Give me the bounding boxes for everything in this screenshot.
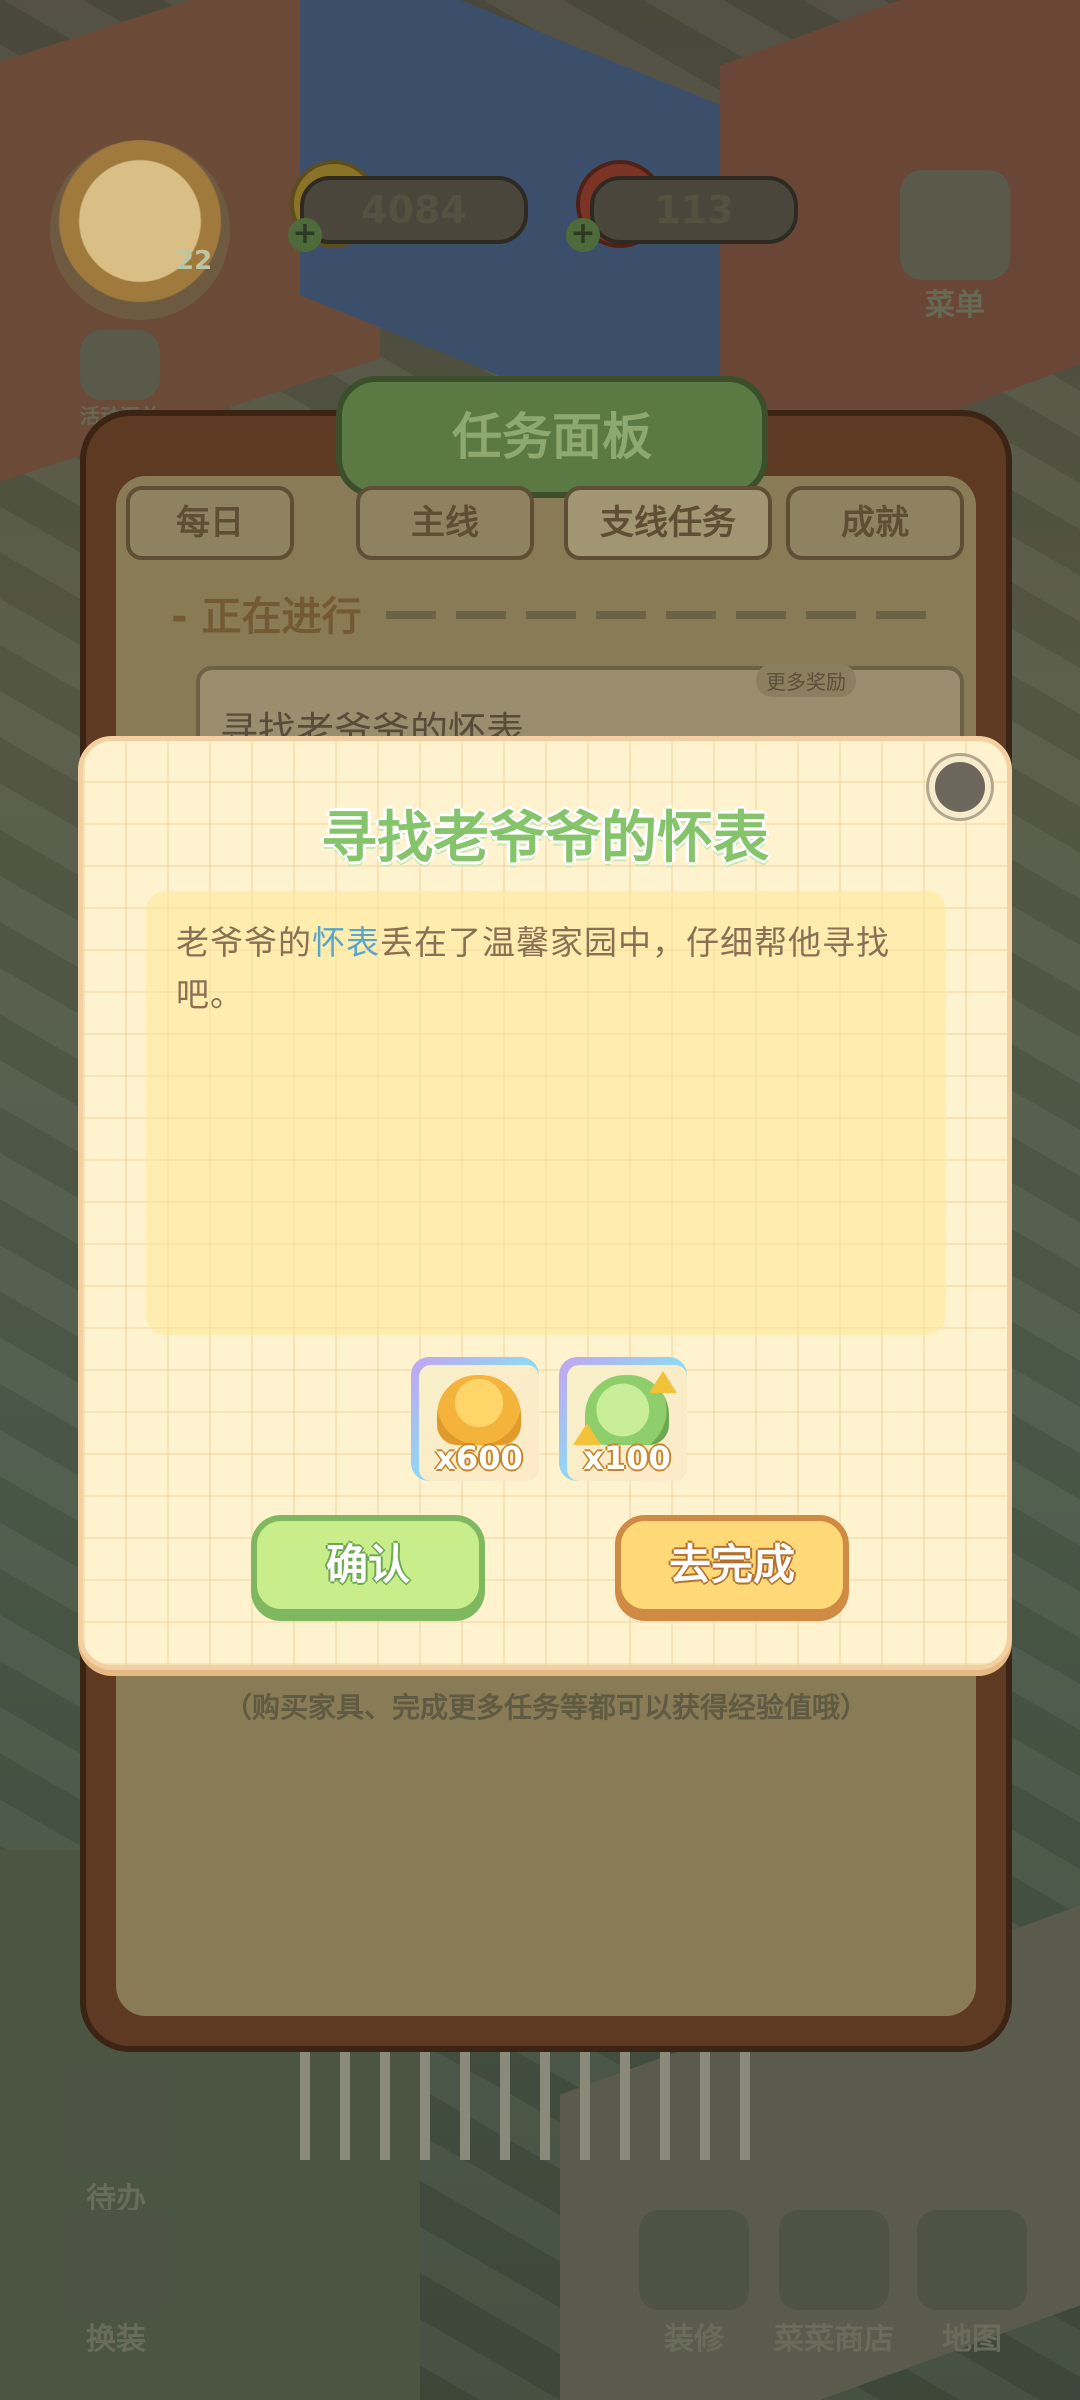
confirm-button[interactable]: 确认 [251,1515,485,1615]
reward-exp-count: x100 [583,1439,671,1477]
gold-coins-icon [437,1375,521,1445]
quest-dialog: 寻找老爷爷的怀表 老爷爷的怀表丢在了温馨家园中，仔细帮他寻找吧。 x600 x1… [78,736,1012,1670]
description-text: 老爷爷的 [176,923,312,962]
description-highlight: 怀表 [312,923,380,962]
reward-gold-count: x600 [435,1439,523,1477]
reward-exp[interactable]: x100 [563,1361,691,1485]
dialog-title: 寻找老爷爷的怀表 [321,806,769,871]
description-box: 老爷爷的怀表丢在了温馨家园中，仔细帮他寻找吧。 [146,891,946,1335]
quest-description: 老爷爷的怀表丢在了温馨家园中，仔细帮他寻找吧。 [176,917,916,1021]
close-button[interactable] [929,756,991,818]
reward-gold[interactable]: x600 [415,1361,543,1485]
go-complete-button[interactable]: 去完成 [615,1515,849,1615]
arrow-up-icon [649,1371,677,1393]
